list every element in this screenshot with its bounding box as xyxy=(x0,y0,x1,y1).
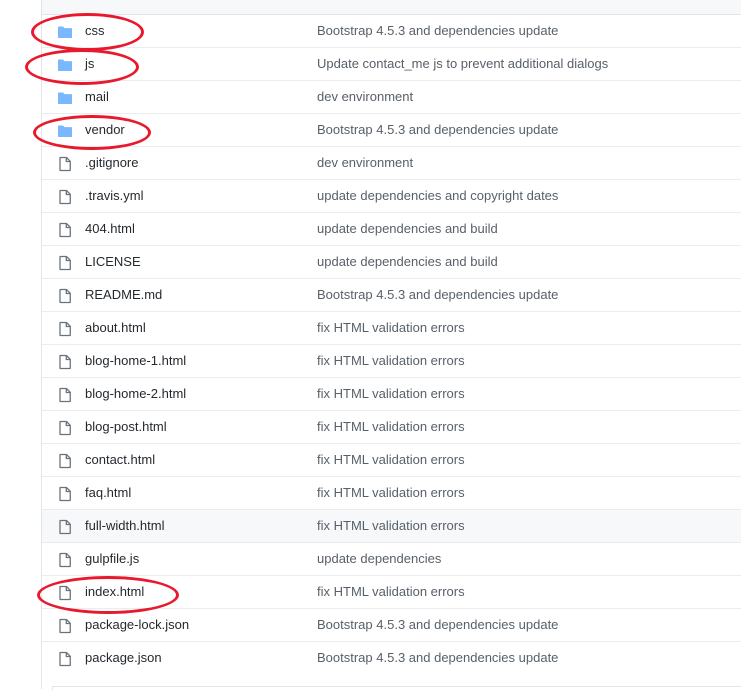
file-name-link[interactable]: faq.html xyxy=(85,485,131,500)
file-icon xyxy=(59,387,71,403)
file-row[interactable]: .travis.yml update dependencies and copy… xyxy=(42,180,741,213)
file-icon xyxy=(59,255,71,271)
file-name-link[interactable]: README.md xyxy=(85,287,162,302)
file-icon xyxy=(59,486,71,502)
folder-icon xyxy=(58,125,72,137)
commit-message-link[interactable]: update dependencies and copyright dates xyxy=(317,188,558,203)
commit-message-link[interactable]: fix HTML validation errors xyxy=(317,452,465,467)
commit-message-link[interactable]: Bootstrap 4.5.3 and dependencies update xyxy=(317,122,558,137)
file-icon xyxy=(59,453,71,469)
commit-message-link[interactable]: update dependencies xyxy=(317,551,441,566)
file-icon xyxy=(59,156,71,172)
file-row[interactable]: about.html fix HTML validation errors xyxy=(42,312,741,345)
file-name-link[interactable]: .travis.yml xyxy=(85,188,144,203)
file-name-link[interactable]: about.html xyxy=(85,320,146,335)
file-row[interactable]: package.json Bootstrap 4.5.3 and depende… xyxy=(42,642,741,675)
file-name-link[interactable]: css xyxy=(85,23,105,38)
commit-message-link[interactable]: dev environment xyxy=(317,89,413,104)
file-name-link[interactable]: blog-post.html xyxy=(85,419,167,434)
file-name-link[interactable]: 404.html xyxy=(85,221,135,236)
folder-icon xyxy=(58,59,72,71)
commit-message-link[interactable]: fix HTML validation errors xyxy=(317,353,465,368)
file-row[interactable]: index.html fix HTML validation errors xyxy=(42,576,741,609)
file-row[interactable]: contact.html fix HTML validation errors xyxy=(42,444,741,477)
folder-icon xyxy=(58,26,72,38)
file-row[interactable]: gulpfile.js update dependencies xyxy=(42,543,741,576)
file-icon xyxy=(59,651,71,667)
file-icon xyxy=(59,552,71,568)
file-row[interactable]: full-width.html fix HTML validation erro… xyxy=(42,510,741,543)
file-row[interactable]: faq.html fix HTML validation errors xyxy=(42,477,741,510)
commit-message-link[interactable]: fix HTML validation errors xyxy=(317,386,465,401)
file-icon xyxy=(59,288,71,304)
commit-message-link[interactable]: Bootstrap 4.5.3 and dependencies update xyxy=(317,23,558,38)
file-name-link[interactable]: contact.html xyxy=(85,452,155,467)
commit-message-link[interactable]: fix HTML validation errors xyxy=(317,419,465,434)
file-row[interactable]: vendor Bootstrap 4.5.3 and dependencies … xyxy=(42,114,741,147)
file-row[interactable]: README.md Bootstrap 4.5.3 and dependenci… xyxy=(42,279,741,312)
commit-message-link[interactable]: Bootstrap 4.5.3 and dependencies update xyxy=(317,617,558,632)
file-name-link[interactable]: gulpfile.js xyxy=(85,551,139,566)
commit-message-link[interactable]: fix HTML validation errors xyxy=(317,320,465,335)
commit-message-link[interactable]: update dependencies and build xyxy=(317,221,498,236)
file-icon xyxy=(59,222,71,238)
file-icon xyxy=(59,321,71,337)
file-list-bottom-border xyxy=(52,686,741,690)
file-name-link[interactable]: LICENSE xyxy=(85,254,141,269)
file-row[interactable]: blog-post.html fix HTML validation error… xyxy=(42,411,741,444)
file-name-link[interactable]: .gitignore xyxy=(85,155,138,170)
commit-message-link[interactable]: Update contact_me js to prevent addition… xyxy=(317,56,608,71)
commit-message-link[interactable]: dev environment xyxy=(317,155,413,170)
commit-message-link[interactable]: Bootstrap 4.5.3 and dependencies update xyxy=(317,650,558,665)
file-icon xyxy=(59,354,71,370)
file-row[interactable]: js Update contact_me js to prevent addit… xyxy=(42,48,741,81)
commit-message-link[interactable]: update dependencies and build xyxy=(317,254,498,269)
commit-message-link[interactable]: Bootstrap 4.5.3 and dependencies update xyxy=(317,287,558,302)
file-list-panel: css Bootstrap 4.5.3 and dependencies upd… xyxy=(41,0,741,690)
file-icon xyxy=(59,585,71,601)
file-icon xyxy=(59,420,71,436)
commit-message-link[interactable]: fix HTML validation errors xyxy=(317,584,465,599)
folder-icon xyxy=(58,92,72,104)
file-name-link[interactable]: vendor xyxy=(85,122,125,137)
file-row[interactable]: 404.html update dependencies and build xyxy=(42,213,741,246)
file-icon xyxy=(59,618,71,634)
file-name-link[interactable]: package-lock.json xyxy=(85,617,189,632)
file-list-header xyxy=(42,0,741,15)
file-row[interactable]: blog-home-2.html fix HTML validation err… xyxy=(42,378,741,411)
file-name-link[interactable]: index.html xyxy=(85,584,144,599)
commit-message-link[interactable]: fix HTML validation errors xyxy=(317,485,465,500)
file-icon xyxy=(59,189,71,205)
file-name-link[interactable]: full-width.html xyxy=(85,518,164,533)
file-icon xyxy=(59,519,71,535)
file-name-link[interactable]: js xyxy=(85,56,94,71)
file-row[interactable]: LICENSE update dependencies and build xyxy=(42,246,741,279)
commit-message-link[interactable]: fix HTML validation errors xyxy=(317,518,465,533)
file-name-link[interactable]: blog-home-1.html xyxy=(85,353,186,368)
file-name-link[interactable]: package.json xyxy=(85,650,162,665)
file-row[interactable]: blog-home-1.html fix HTML validation err… xyxy=(42,345,741,378)
file-row[interactable]: package-lock.json Bootstrap 4.5.3 and de… xyxy=(42,609,741,642)
file-row[interactable]: mail dev environment xyxy=(42,81,741,114)
file-name-link[interactable]: blog-home-2.html xyxy=(85,386,186,401)
file-name-link[interactable]: mail xyxy=(85,89,109,104)
file-row[interactable]: css Bootstrap 4.5.3 and dependencies upd… xyxy=(42,15,741,48)
file-row[interactable]: .gitignore dev environment xyxy=(42,147,741,180)
